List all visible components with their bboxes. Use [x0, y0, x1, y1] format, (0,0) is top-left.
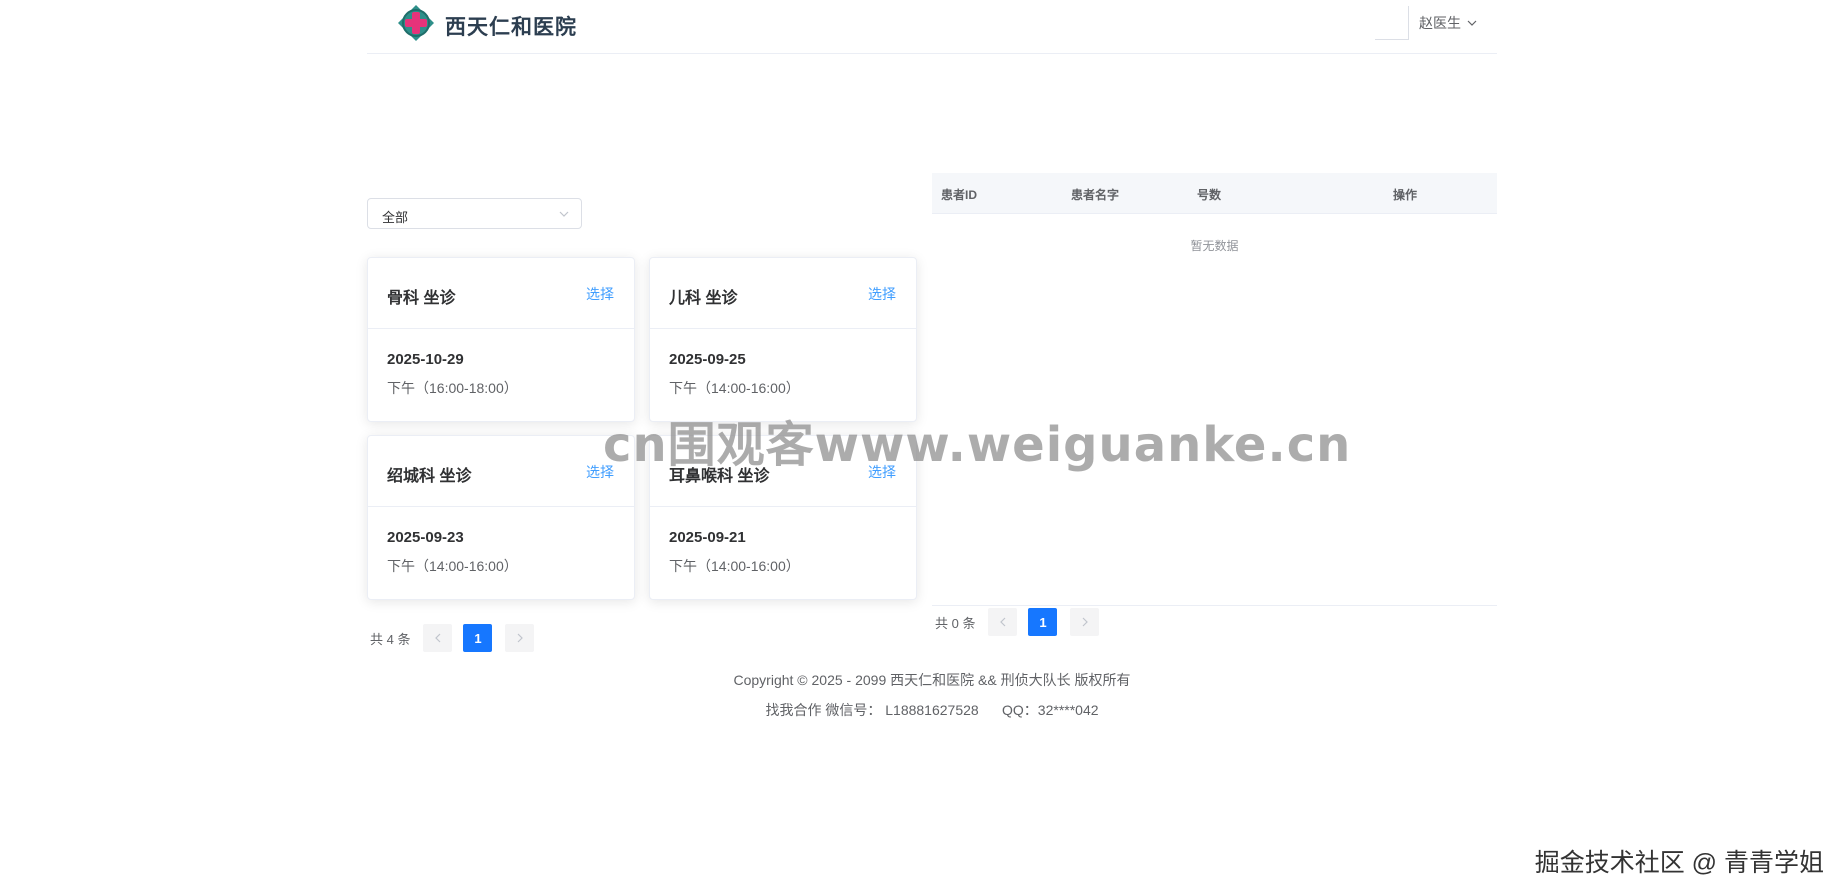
patient-pagination: 共 0 条 1 [935, 608, 1100, 636]
card-header: 儿科 坐诊 选择 [650, 258, 916, 329]
chevron-right-icon [1082, 617, 1088, 627]
footer-copyright: Copyright © 2025 - 2099 西天仁和医院 && 刑侦大队长 … [733, 672, 1131, 688]
select-schedule-button[interactable]: 选择 [868, 284, 896, 304]
chevron-down-icon[interactable] [1467, 18, 1477, 28]
user-name[interactable]: 赵医生 [1419, 13, 1461, 33]
page-container: 西天仁和医院 赵医生 全部 骨科 坐诊 选择 2025-10-29 下午（16:… [367, 0, 1497, 718]
department-select[interactable]: 全部 [367, 198, 582, 229]
card-time: 下午（14:00-16:00） [387, 558, 518, 574]
hospital-name: 西天仁和医院 [445, 16, 577, 39]
prev-page-button[interactable] [423, 624, 453, 652]
column-header: 患者ID [941, 188, 978, 202]
card-time: 下午（16:00-18:00） [387, 380, 518, 396]
card-header: 骨科 坐诊 选择 [368, 258, 634, 329]
table-header: 患者ID 患者名字 号数 操作 [932, 173, 1497, 214]
top-header: 西天仁和医院 赵医生 [367, 0, 1497, 54]
column-header: 操作 [1393, 188, 1418, 202]
card-date: 2025-10-29 [387, 351, 464, 368]
schedule-card: 骨科 坐诊 选择 2025-10-29 下午（16:00-18:00） [367, 257, 635, 422]
pagination-total: 共 4 条 [370, 631, 411, 647]
schedule-pagination: 共 4 条 1 [370, 624, 535, 652]
next-page-button[interactable] [505, 624, 535, 652]
card-date: 2025-09-21 [669, 529, 746, 546]
empty-state-text: 暂无数据 [1190, 239, 1239, 253]
chevron-left-icon [435, 633, 441, 643]
schedule-card: 儿科 坐诊 选择 2025-09-25 下午（14:00-16:00） [649, 257, 917, 422]
corner-watermark: 掘金技术社区 @ 青青学姐 [1534, 849, 1824, 877]
chevron-left-icon [1000, 617, 1006, 627]
card-time: 下午（14:00-16:00） [669, 380, 800, 396]
avatar[interactable] [1375, 6, 1409, 40]
card-title: 绍城科 坐诊 [387, 468, 472, 485]
card-date: 2025-09-23 [387, 529, 464, 546]
column-header: 患者名字 [1071, 188, 1120, 202]
next-page-button[interactable] [1070, 608, 1100, 636]
pagination-total: 共 0 条 [935, 615, 976, 631]
card-header: 绍城科 坐诊 选择 [368, 436, 634, 507]
schedule-card: 绍城科 坐诊 选择 2025-09-23 下午（14:00-16:00） [367, 435, 635, 600]
prev-page-button[interactable] [988, 608, 1018, 636]
card-title: 儿科 坐诊 [669, 290, 738, 307]
patient-table: 患者ID 患者名字 号数 操作 暂无数据 [932, 173, 1497, 606]
chevron-right-icon [517, 633, 523, 643]
page-number-button[interactable]: 1 [1028, 608, 1058, 636]
select-schedule-button[interactable]: 选择 [586, 284, 614, 304]
card-time: 下午（14:00-16:00） [669, 558, 800, 574]
user-menu[interactable]: 赵医生 [1375, 6, 1477, 40]
watermark-text: cn围观客www.weiguanke.cn [603, 417, 1352, 473]
card-date: 2025-09-25 [669, 351, 746, 368]
department-select-value: 全部 [382, 210, 409, 225]
page-number-button[interactable]: 1 [463, 624, 493, 652]
footer-contact: 找我合作 微信号： L18881627528 QQ：32****042 [765, 702, 1099, 718]
hospital-logo-icon [398, 5, 434, 41]
card-title: 骨科 坐诊 [387, 290, 456, 307]
column-header: 号数 [1197, 188, 1222, 202]
chevron-down-icon [559, 211, 569, 217]
